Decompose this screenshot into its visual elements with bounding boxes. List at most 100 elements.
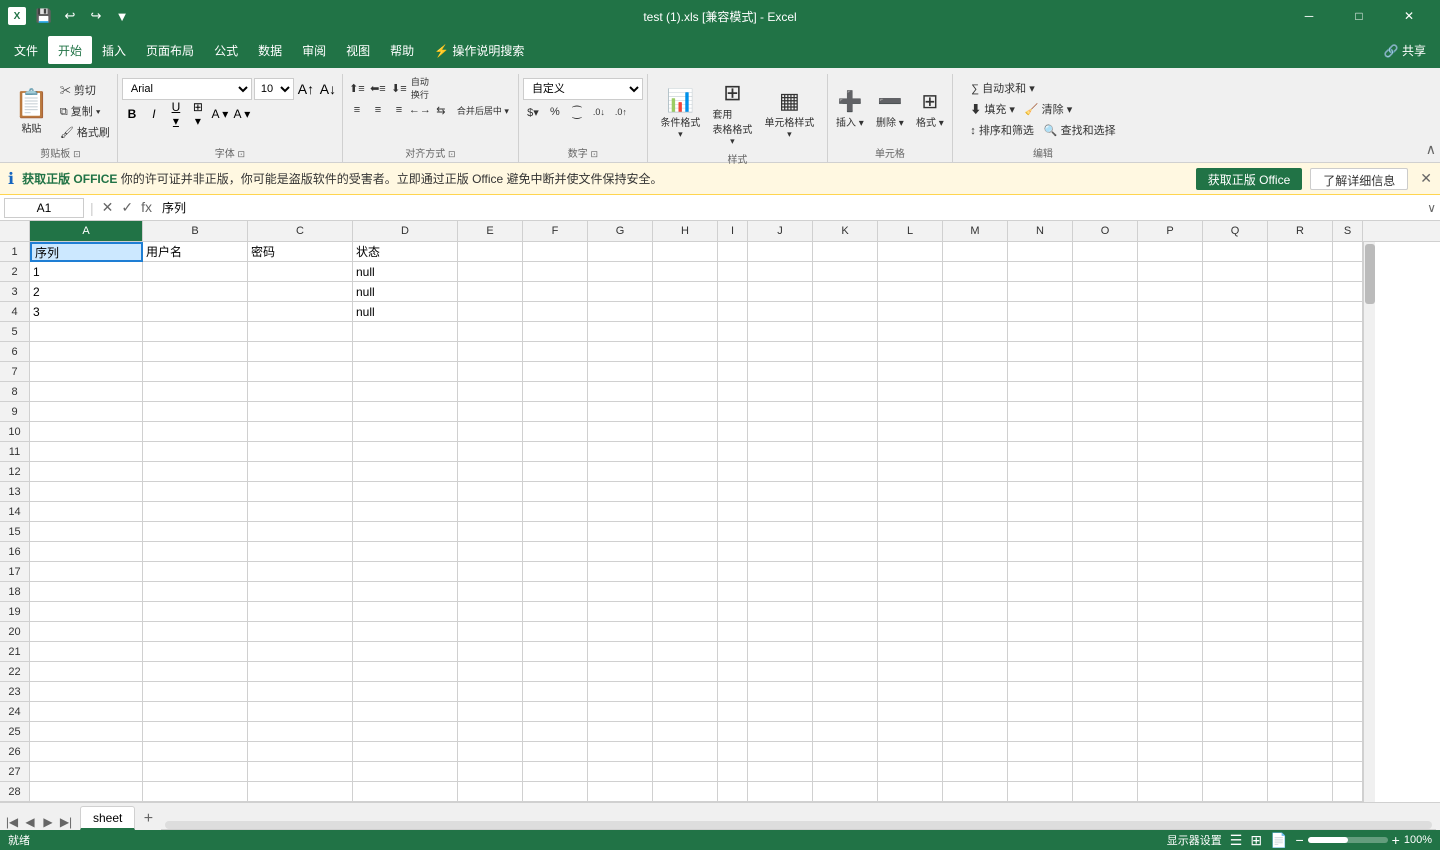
cell-C9[interactable] (248, 402, 353, 422)
cell-J1[interactable] (748, 242, 813, 262)
row-num-11[interactable]: 11 (0, 442, 29, 462)
cell-N4[interactable] (1008, 302, 1073, 322)
decrease-indent-button[interactable]: ←→ (410, 100, 430, 120)
cell-Q1[interactable] (1203, 242, 1268, 262)
cell-R11[interactable] (1268, 442, 1333, 462)
cell-O23[interactable] (1073, 682, 1138, 702)
cell-E2[interactable] (458, 262, 523, 282)
cell-R18[interactable] (1268, 582, 1333, 602)
cell-S15[interactable] (1333, 522, 1363, 542)
wrap-text-button[interactable]: 自动换行 (410, 78, 430, 98)
cell-D14[interactable] (353, 502, 458, 522)
cell-K11[interactable] (813, 442, 878, 462)
cell-E12[interactable] (458, 462, 523, 482)
cell-C4[interactable] (248, 302, 353, 322)
cell-R9[interactable] (1268, 402, 1333, 422)
cell-A2[interactable]: 1 (30, 262, 143, 282)
scrollbar-thumb[interactable] (1365, 244, 1375, 304)
cell-K25[interactable] (813, 722, 878, 742)
cell-M8[interactable] (943, 382, 1008, 402)
cell-S11[interactable] (1333, 442, 1363, 462)
row-num-1[interactable]: 1 (0, 242, 29, 262)
cell-O19[interactable] (1073, 602, 1138, 622)
cell-B25[interactable] (143, 722, 248, 742)
cell-F13[interactable] (523, 482, 588, 502)
cell-L18[interactable] (878, 582, 943, 602)
row-num-23[interactable]: 23 (0, 682, 29, 702)
row-num-27[interactable]: 27 (0, 762, 29, 782)
cell-F3[interactable] (523, 282, 588, 302)
cell-L23[interactable] (878, 682, 943, 702)
cell-D23[interactable] (353, 682, 458, 702)
cell-C18[interactable] (248, 582, 353, 602)
cell-B16[interactable] (143, 542, 248, 562)
cell-S25[interactable] (1333, 722, 1363, 742)
cell-R25[interactable] (1268, 722, 1333, 742)
cell-L15[interactable] (878, 522, 943, 542)
cell-E19[interactable] (458, 602, 523, 622)
cell-J2[interactable] (748, 262, 813, 282)
cell-B28[interactable] (143, 782, 248, 802)
cell-I6[interactable] (718, 342, 748, 362)
learn-more-button[interactable]: 了解详细信息 (1310, 168, 1408, 190)
row-num-15[interactable]: 15 (0, 522, 29, 542)
cell-G10[interactable] (588, 422, 653, 442)
page-break-icon[interactable]: 📄 (1270, 832, 1287, 849)
cell-A14[interactable] (30, 502, 143, 522)
cell-N10[interactable] (1008, 422, 1073, 442)
cell-D8[interactable] (353, 382, 458, 402)
cell-I19[interactable] (718, 602, 748, 622)
cell-Q2[interactable] (1203, 262, 1268, 282)
cell-O5[interactable] (1073, 322, 1138, 342)
cell-F18[interactable] (523, 582, 588, 602)
cell-C6[interactable] (248, 342, 353, 362)
cell-S16[interactable] (1333, 542, 1363, 562)
cell-A21[interactable] (30, 642, 143, 662)
cell-S14[interactable] (1333, 502, 1363, 522)
cell-G2[interactable] (588, 262, 653, 282)
row-num-25[interactable]: 25 (0, 722, 29, 742)
cell-K22[interactable] (813, 662, 878, 682)
cell-Q22[interactable] (1203, 662, 1268, 682)
cell-D4[interactable]: null (353, 302, 458, 322)
cell-L25[interactable] (878, 722, 943, 742)
cell-P13[interactable] (1138, 482, 1203, 502)
cell-G9[interactable] (588, 402, 653, 422)
menu-help[interactable]: 帮助 (380, 36, 424, 64)
cell-P24[interactable] (1138, 702, 1203, 722)
cell-L2[interactable] (878, 262, 943, 282)
cell-F9[interactable] (523, 402, 588, 422)
cell-A13[interactable] (30, 482, 143, 502)
cell-D6[interactable] (353, 342, 458, 362)
cell-F21[interactable] (523, 642, 588, 662)
cell-O28[interactable] (1073, 782, 1138, 802)
info-close-button[interactable]: ✕ (1420, 170, 1432, 187)
display-settings-button[interactable]: 显示器设置 (1167, 832, 1222, 848)
cell-N13[interactable] (1008, 482, 1073, 502)
cell-G7[interactable] (588, 362, 653, 382)
cell-O21[interactable] (1073, 642, 1138, 662)
cell-Q6[interactable] (1203, 342, 1268, 362)
menu-insert[interactable]: 插入 (92, 36, 136, 64)
cell-K20[interactable] (813, 622, 878, 642)
row-num-18[interactable]: 18 (0, 582, 29, 602)
cell-G25[interactable] (588, 722, 653, 742)
cell-P9[interactable] (1138, 402, 1203, 422)
cell-C26[interactable] (248, 742, 353, 762)
cell-Q3[interactable] (1203, 282, 1268, 302)
cell-R13[interactable] (1268, 482, 1333, 502)
cell-S8[interactable] (1333, 382, 1363, 402)
cell-A6[interactable] (30, 342, 143, 362)
delete-button[interactable]: ➖ 删除 ▾ (872, 90, 908, 131)
cell-F4[interactable] (523, 302, 588, 322)
cell-L12[interactable] (878, 462, 943, 482)
cell-P3[interactable] (1138, 282, 1203, 302)
cell-N7[interactable] (1008, 362, 1073, 382)
cell-B12[interactable] (143, 462, 248, 482)
cell-O10[interactable] (1073, 422, 1138, 442)
cell-H1[interactable] (653, 242, 718, 262)
cell-E16[interactable] (458, 542, 523, 562)
cell-D17[interactable] (353, 562, 458, 582)
cell-R14[interactable] (1268, 502, 1333, 522)
col-header-l[interactable]: L (878, 221, 943, 241)
